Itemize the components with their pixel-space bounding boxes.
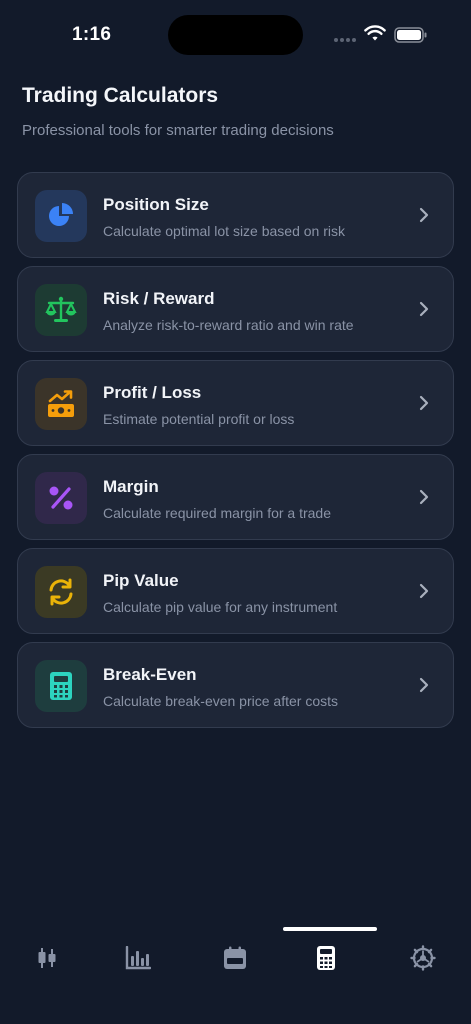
tab-calculators[interactable]	[306, 942, 346, 974]
card-title: Position Size	[103, 195, 209, 214]
refresh-icon	[49, 578, 73, 606]
card-title: Profit / Loss	[103, 383, 202, 402]
percent-icon	[49, 486, 73, 510]
bar-chart-icon	[125, 946, 151, 970]
card-description: Calculate required margin for a trade	[103, 505, 332, 521]
card-icon-container	[35, 660, 87, 712]
status-bar: 1:16	[0, 0, 471, 70]
calculator-list: Position Size Calculate optimal lot size…	[17, 172, 454, 736]
scale-icon	[45, 296, 77, 322]
pie-chart-icon	[49, 203, 73, 226]
money-trend-icon	[48, 390, 74, 417]
chevron-right-icon	[419, 207, 429, 223]
card-title: Pip Value	[103, 571, 179, 590]
page-subtitle: Professional tools for smarter trading d…	[22, 122, 334, 139]
calculator-card-margin[interactable]: Margin Calculate required margin for a t…	[17, 454, 454, 540]
status-time: 1:16	[72, 24, 112, 45]
chevron-right-icon	[419, 489, 429, 505]
tab-trades[interactable]	[27, 942, 67, 974]
calculator-card-pip-value[interactable]: Pip Value Calculate pip value for any in…	[17, 548, 454, 634]
dynamic-island	[168, 15, 303, 55]
chevron-right-icon	[419, 395, 429, 411]
calendar-icon	[224, 946, 246, 969]
calculator-icon	[50, 672, 72, 700]
calculator-card-position-size[interactable]: Position Size Calculate optimal lot size…	[17, 172, 454, 258]
tab-analytics[interactable]	[118, 942, 158, 974]
card-icon-container	[35, 566, 87, 618]
card-title: Risk / Reward	[103, 289, 215, 308]
calculator-card-risk-reward[interactable]: Risk / Reward Analyze risk-to-reward rat…	[17, 266, 454, 352]
cellular-signal-icon	[334, 38, 356, 42]
chevron-right-icon	[419, 583, 429, 599]
calculator-card-break-even[interactable]: Break-Even Calculate break-even price af…	[17, 642, 454, 728]
page-title: Trading Calculators	[22, 84, 219, 107]
calculator-card-profit-loss[interactable]: Profit / Loss Estimate potential profit …	[17, 360, 454, 446]
card-title: Margin	[103, 477, 159, 496]
card-description: Calculate optimal lot size based on risk	[103, 223, 346, 239]
active-tab-indicator	[283, 927, 377, 931]
card-title: Break-Even	[103, 665, 197, 684]
tab-calendar[interactable]	[215, 942, 255, 974]
battery-icon	[394, 27, 427, 43]
tab-settings[interactable]	[403, 942, 443, 974]
card-icon-container	[35, 472, 87, 524]
card-description: Estimate potential profit or loss	[103, 411, 295, 427]
page-header: Trading Calculators Professional tools f…	[22, 84, 334, 139]
wifi-icon	[364, 25, 386, 41]
calculator-icon	[317, 946, 335, 970]
card-description: Calculate pip value for any instrument	[103, 599, 338, 615]
card-icon-container	[35, 378, 87, 430]
card-description: Calculate break-even price after costs	[103, 693, 338, 709]
chevron-right-icon	[419, 301, 429, 317]
card-icon-container	[35, 284, 87, 336]
settings-icon	[410, 945, 436, 971]
card-icon-container	[35, 190, 87, 242]
candlestick-icon	[38, 948, 56, 968]
chevron-right-icon	[419, 677, 429, 693]
tab-bar	[0, 934, 471, 982]
card-description: Analyze risk-to-reward ratio and win rat…	[103, 317, 354, 333]
